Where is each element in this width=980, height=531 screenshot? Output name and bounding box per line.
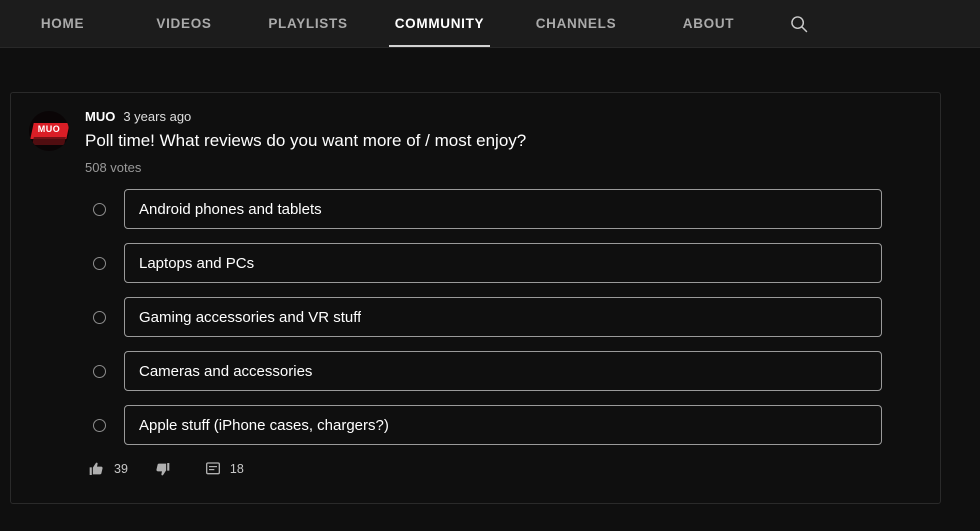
radio-button-icon[interactable] [93,256,106,270]
post-header: MUO MUO 3 years ago Poll time! What revi… [29,109,922,477]
comment-icon [205,461,221,477]
tab-list: HOME VIDEOS PLAYLISTS COMMUNITY CHANNELS… [0,0,771,47]
thumbs-down-icon [154,461,170,477]
channel-tab-bar: HOME VIDEOS PLAYLISTS COMMUNITY CHANNELS… [0,0,980,48]
poll-option-list: Android phones and tablets Laptops and P… [85,189,922,445]
tab-home[interactable]: HOME [0,0,125,47]
radio-button-icon[interactable] [93,364,106,378]
tab-videos-underline [141,45,227,47]
poll-option-label: Android phones and tablets [139,200,322,218]
search-button[interactable] [771,0,827,47]
search-icon [788,13,810,35]
tab-channels[interactable]: CHANNELS [506,0,646,47]
thumbs-up-icon [89,461,105,477]
poll-option-box[interactable]: Apple stuff (iPhone cases, chargers?) [124,405,882,445]
poll-option[interactable]: Laptops and PCs [85,243,922,283]
tab-playlists-label: PLAYLISTS [268,16,348,31]
avatar-shadow-slab [32,137,66,145]
like-button[interactable]: 39 [89,461,128,477]
poll-option-box[interactable]: Cameras and accessories [124,351,882,391]
tab-channels-label: CHANNELS [535,16,617,31]
dislike-button[interactable] [154,461,179,477]
poll-option-box[interactable]: Laptops and PCs [124,243,882,283]
tab-videos[interactable]: VIDEOS [125,0,243,47]
poll-option-box[interactable]: Android phones and tablets [124,189,882,229]
tab-about[interactable]: ABOUT [646,0,771,47]
tab-videos-label: VIDEOS [156,16,212,31]
channel-avatar[interactable]: MUO [29,111,69,151]
tab-home-label: HOME [40,16,85,31]
poll-vote-count: 508 votes [85,160,142,175]
post-timestamp: 3 years ago [123,109,192,124]
avatar-label: MUO [37,124,61,134]
tab-home-underline [16,45,109,47]
post-body: MUO 3 years ago Poll time! What reviews … [85,109,922,477]
comment-button[interactable]: 18 [205,461,244,477]
radio-button-icon[interactable] [93,310,106,324]
poll-question: Poll time! What reviews do you want more… [85,131,527,150]
poll-option-label: Laptops and PCs [139,254,255,272]
tab-playlists-underline [259,45,357,47]
community-feed: MUO MUO 3 years ago Poll time! What revi… [0,48,980,504]
poll-option[interactable]: Android phones and tablets [85,189,922,229]
comment-count: 18 [229,462,244,476]
tab-about-underline [662,45,755,47]
poll-option[interactable]: Gaming accessories and VR stuff [85,297,922,337]
post-action-bar: 39 18 [89,461,922,477]
like-count: 39 [114,462,128,476]
radio-button-icon[interactable] [93,418,106,432]
tab-playlists[interactable]: PLAYLISTS [243,0,373,47]
tab-about-label: ABOUT [682,16,735,31]
post-meta: MUO 3 years ago [85,109,922,124]
tab-community-label: COMMUNITY [394,16,485,31]
community-post-card: MUO MUO 3 years ago Poll time! What revi… [10,92,941,504]
poll-option-label: Apple stuff (iPhone cases, chargers?) [139,416,389,434]
tab-channels-underline [522,45,630,47]
tab-community[interactable]: COMMUNITY [373,0,506,47]
poll-option[interactable]: Apple stuff (iPhone cases, chargers?) [85,405,922,445]
radio-button-icon[interactable] [93,202,106,216]
poll-option-label: Gaming accessories and VR stuff [139,308,362,326]
post-author[interactable]: MUO [85,109,115,124]
poll-option-box[interactable]: Gaming accessories and VR stuff [124,297,882,337]
poll-option-label: Cameras and accessories [139,362,313,380]
tab-community-underline [389,45,490,47]
poll-option[interactable]: Cameras and accessories [85,351,922,391]
